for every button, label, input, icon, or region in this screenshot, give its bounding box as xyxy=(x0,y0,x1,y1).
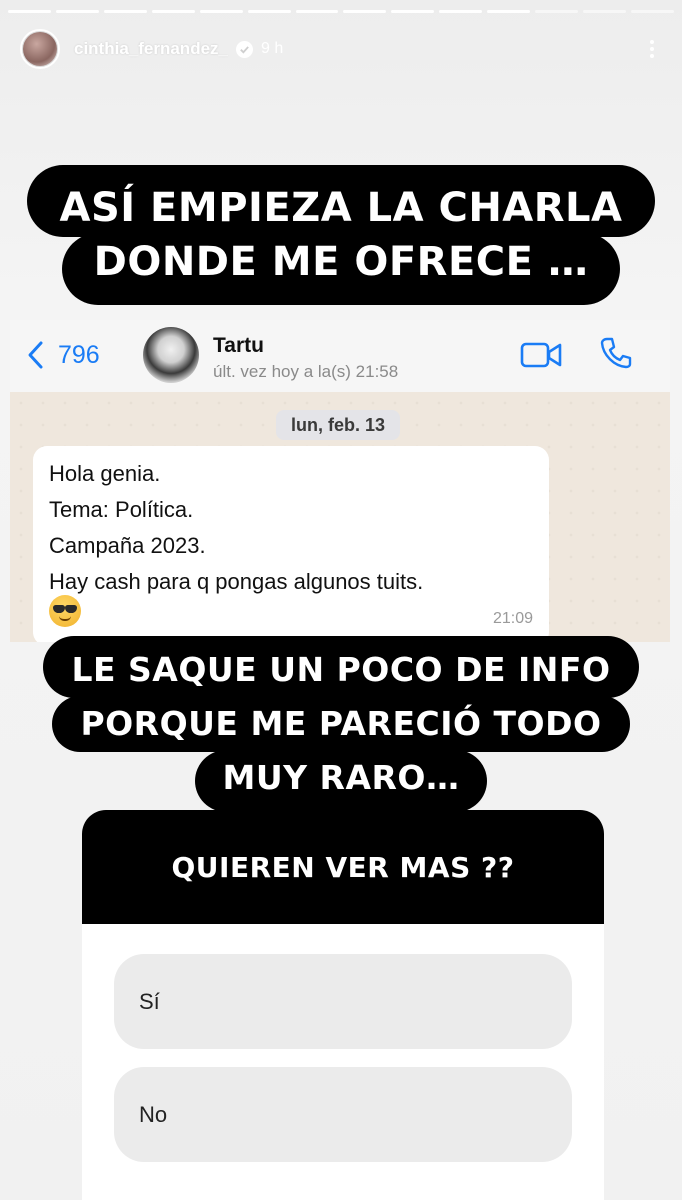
caption-top-line-2: DONDE ME OFRECE … xyxy=(61,233,621,305)
poll-question: QUIEREN VER MAS ?? xyxy=(82,810,604,924)
phone-call-icon[interactable] xyxy=(599,336,633,370)
progress-segment xyxy=(487,10,531,13)
poll-sticker: QUIEREN VER MAS ?? Sí No xyxy=(82,810,604,1200)
progress-segment xyxy=(343,10,387,13)
avatar-image xyxy=(23,32,57,66)
poll-option-no[interactable]: No xyxy=(114,1067,572,1162)
sunglasses-emoji-icon xyxy=(49,595,81,627)
message-line: Hola genia. xyxy=(49,461,161,486)
story-progress-bar xyxy=(8,10,674,13)
contact-name[interactable]: Tartu xyxy=(213,334,264,358)
date-separator: lun, feb. 13 xyxy=(276,410,401,440)
progress-segment xyxy=(391,10,435,13)
caption-middle: LE SAQUE UN POCO DE INFO PORQUE ME PAREC… xyxy=(0,636,682,812)
progress-segment xyxy=(151,10,195,13)
message-bubble[interactable]: Hola genia. Tema: Política. Campaña 2023… xyxy=(33,446,549,642)
more-options-icon[interactable] xyxy=(642,34,662,64)
progress-segment xyxy=(439,10,483,13)
message-time: 21:09 xyxy=(492,610,533,627)
contact-avatar[interactable] xyxy=(143,327,199,383)
progress-segment xyxy=(247,10,291,13)
caption-middle-line-3: MUY RARO… xyxy=(194,750,488,812)
caption-top-line-1: ASÍ EMPIEZA LA CHARLA xyxy=(27,165,655,237)
time-ago: 9 h xyxy=(261,40,284,57)
whatsapp-chat-header: 796 Tartu últ. vez hoy a la(s) 21:58 xyxy=(10,320,670,392)
progress-segment xyxy=(295,10,339,13)
chevron-left-icon xyxy=(28,341,43,369)
poll-option-si[interactable]: Sí xyxy=(114,954,572,1049)
caption-middle-line-2: PORQUE ME PARECIÓ TODO xyxy=(52,696,630,752)
poll-options: Sí No xyxy=(82,924,604,1200)
message-line: Campaña 2023. xyxy=(49,533,206,558)
story-header: cinthia_fernandez_ 9 h xyxy=(20,28,662,70)
verified-badge-icon xyxy=(236,40,253,58)
video-call-icon[interactable] xyxy=(520,340,562,370)
message-line: Tema: Política. xyxy=(49,497,194,522)
progress-segment xyxy=(535,10,579,13)
caption-top: ASÍ EMPIEZA LA CHARLA DONDE ME OFRECE … xyxy=(0,165,682,305)
story-frame: cinthia_fernandez_ 9 h ASÍ EMPIEZA LA CH… xyxy=(0,0,682,1200)
progress-segment xyxy=(103,10,147,13)
profile-avatar[interactable] xyxy=(20,29,60,69)
progress-segment xyxy=(199,10,243,13)
back-button[interactable]: 796 xyxy=(26,340,100,370)
unread-count: 796 xyxy=(58,340,100,369)
progress-segment xyxy=(583,10,626,13)
chat-area: lun, feb. 13 Hola genia. Tema: Política.… xyxy=(10,392,670,642)
message-line: Hay cash para q pongas algunos tuits. xyxy=(49,569,424,594)
progress-segment xyxy=(630,10,674,13)
progress-segment xyxy=(8,10,51,13)
last-seen-status: últ. vez hoy a la(s) 21:58 xyxy=(213,362,399,381)
progress-segment xyxy=(55,10,99,13)
caption-middle-line-1: LE SAQUE UN POCO DE INFO xyxy=(43,636,639,698)
username[interactable]: cinthia_fernandez_ xyxy=(74,39,228,59)
